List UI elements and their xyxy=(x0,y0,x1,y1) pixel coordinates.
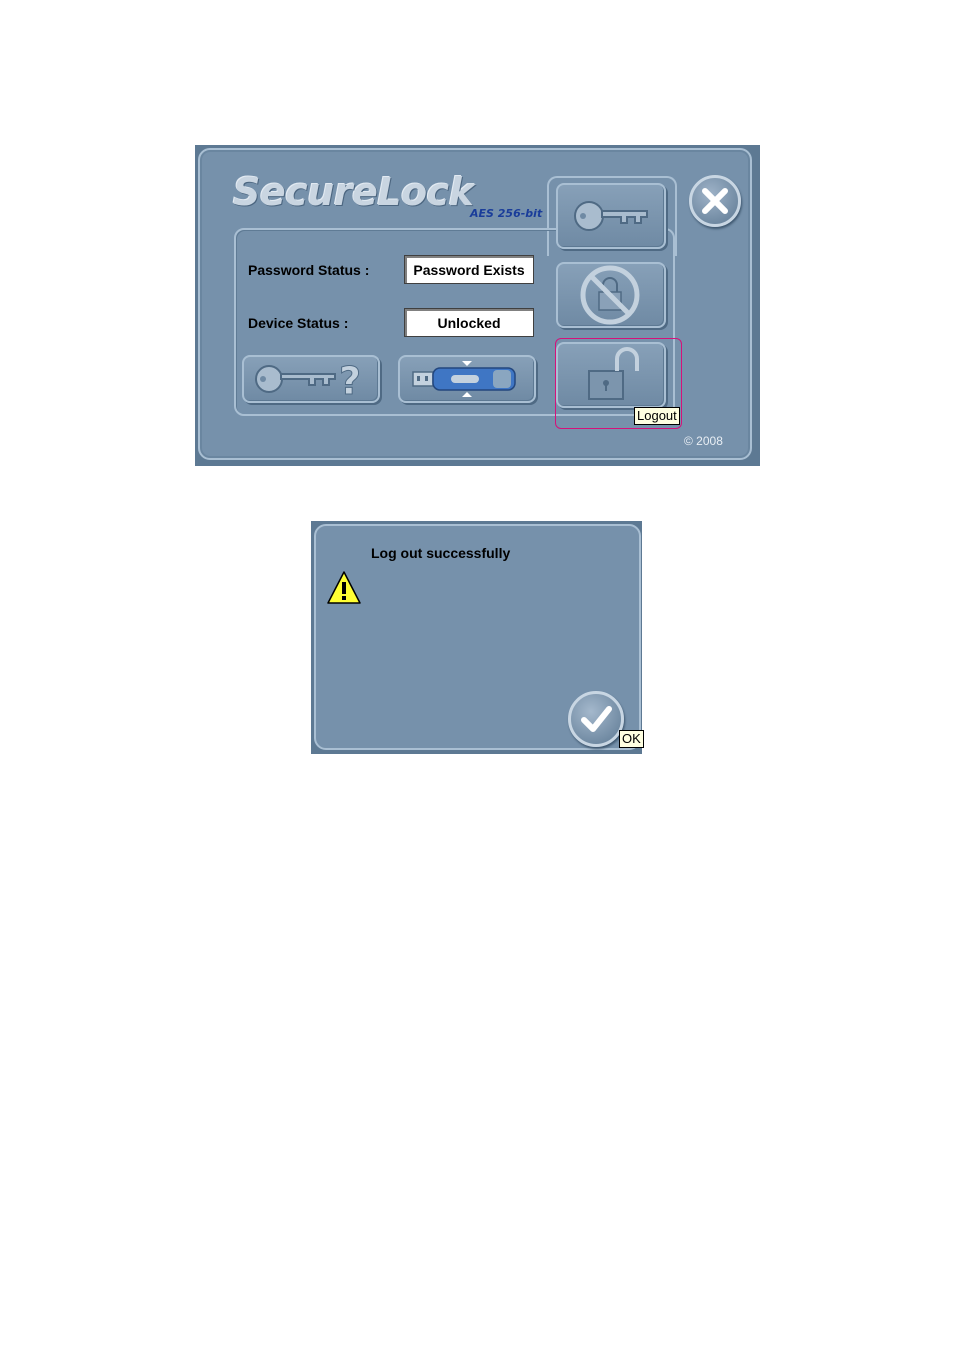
no-lock-icon xyxy=(580,265,640,325)
checkmark-icon xyxy=(581,706,612,732)
device-status-value: Unlocked xyxy=(404,308,534,337)
password-hint-button[interactable]: ? xyxy=(242,355,380,403)
lock-button[interactable] xyxy=(556,262,666,328)
logout-tooltip: Logout xyxy=(634,407,680,425)
password-status-value: Password Exists xyxy=(404,255,534,284)
device-status-label: Device Status : xyxy=(248,315,349,331)
close-button[interactable] xyxy=(689,175,741,227)
svg-text:?: ? xyxy=(339,359,361,399)
change-password-button[interactable] xyxy=(556,183,666,249)
dialog-frame: Log out successfully xyxy=(314,524,641,750)
dialog-message: Log out successfully xyxy=(371,545,511,561)
ok-tooltip: OK xyxy=(619,730,644,748)
ok-button[interactable] xyxy=(568,691,624,747)
close-icon xyxy=(702,188,728,214)
key-icon xyxy=(574,201,648,231)
logout-dialog: Log out successfully OK xyxy=(311,521,644,754)
securelock-window: SecureLock AES 256-bit Password Status :… xyxy=(195,145,760,466)
key-question-icon: ? xyxy=(255,359,362,399)
usb-drive-icon xyxy=(412,361,516,397)
app-logo-subtitle: AES 256-bit xyxy=(470,207,543,220)
app-logo: SecureLock xyxy=(233,170,474,214)
copyright-text: © 2008 xyxy=(684,434,723,448)
warning-icon xyxy=(327,571,361,604)
device-button[interactable] xyxy=(398,355,536,403)
password-status-label: Password Status : xyxy=(248,262,370,278)
